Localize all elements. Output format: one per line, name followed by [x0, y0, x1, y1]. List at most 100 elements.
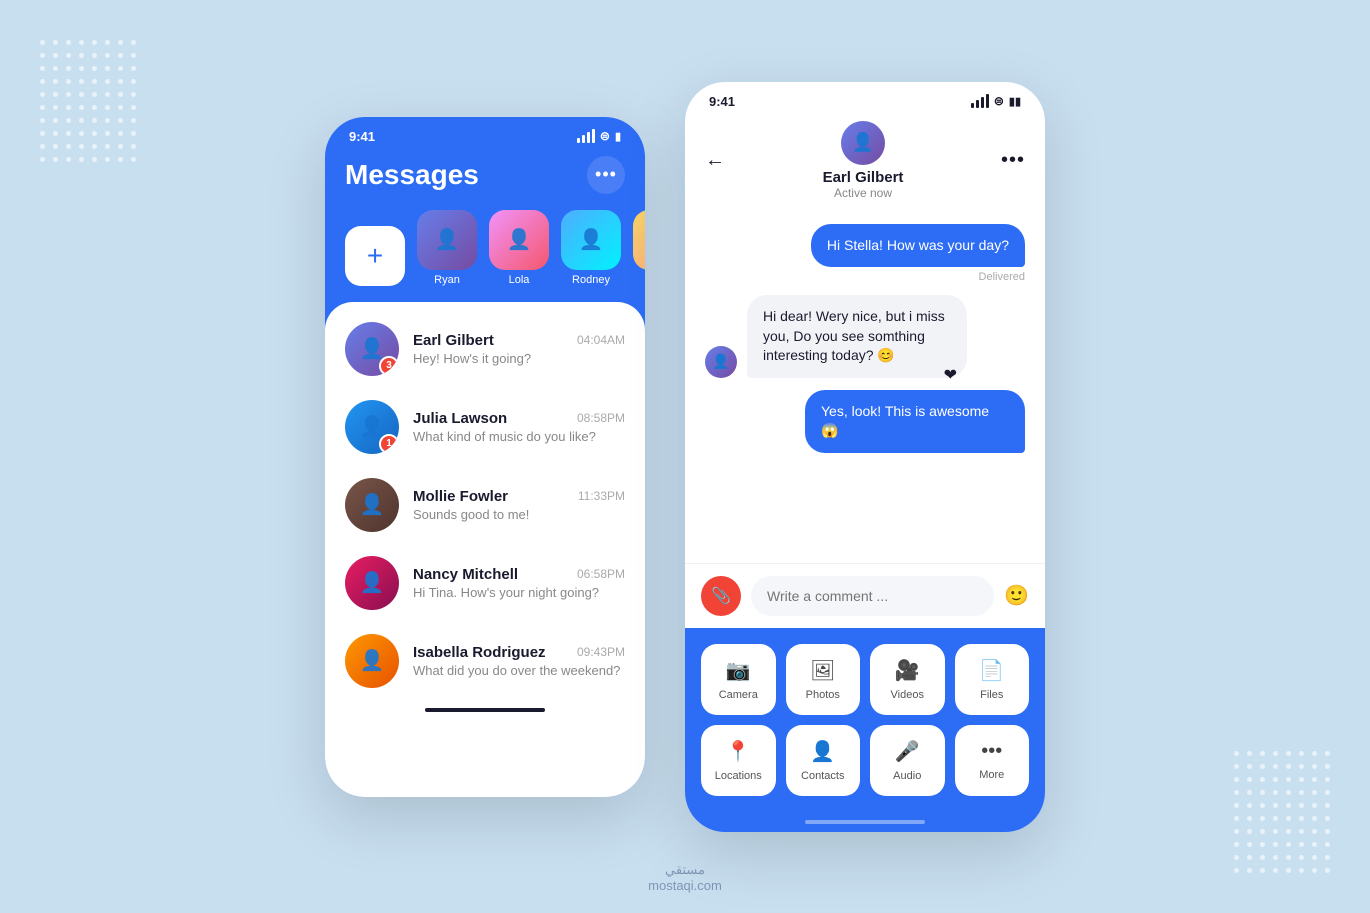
action-more[interactable]: ••• More [955, 725, 1030, 796]
messages-area: Hi Stella! How was your day? Delivered 👤… [685, 212, 1045, 563]
chat-time-julia: 08:58PM [577, 411, 625, 425]
story-item-ryan[interactable]: 👤 Ryan [417, 210, 477, 286]
message-out-1: Hi Stella! How was your day? Delivered [705, 224, 1025, 284]
message-in-avatar: 👤 [705, 346, 737, 378]
chat-avatar-nancy: 👤 [345, 556, 399, 610]
phone-messages: 9:41 ⊜ ▮ Messages ••• + [325, 117, 645, 797]
action-audio[interactable]: 🎤 Audio [870, 725, 945, 796]
signal-icon-chat [971, 94, 989, 108]
chat-info-earl: Earl Gilbert 04:04AM Hey! How's it going… [413, 332, 625, 366]
audio-label: Audio [893, 770, 921, 782]
chat-avatar-mollie: 👤 [345, 478, 399, 532]
chat-preview-mollie: Sounds good to me! [413, 507, 625, 522]
messages-title: Messages [345, 159, 479, 191]
message-bubble-in-1: Hi dear! Wery nice, but i miss you, Do y… [747, 295, 967, 378]
emoji-button[interactable]: 🙂 [1004, 583, 1029, 608]
chat-item-nancy[interactable]: 👤 Nancy Mitchell 06:58PM Hi Tina. How's … [325, 544, 645, 622]
attach-button[interactable]: 📎 [701, 576, 741, 616]
action-camera[interactable]: 📷 Camera [701, 644, 776, 715]
chat-info-nancy: Nancy Mitchell 06:58PM Hi Tina. How's yo… [413, 566, 625, 600]
decorative-dots-left: for(let i=0;i<80;i++) document.write('<d… [40, 40, 136, 162]
chat-preview-earl: Hey! How's it going? [413, 351, 625, 366]
message-delivered-status: Delivered [979, 271, 1025, 283]
story-avatar-lola: 👤 [489, 210, 549, 270]
chat-item-isabella[interactable]: 👤 Isabella Rodriguez 09:43PM What did yo… [325, 622, 645, 700]
chat-name-earl: Earl Gilbert [413, 332, 494, 349]
header-avatar: 👤 [841, 121, 885, 165]
action-files[interactable]: 📄 Files [955, 644, 1030, 715]
locations-label: Locations [715, 770, 762, 782]
paperclip-icon: 📎 [711, 586, 731, 606]
header-contact-status: Active now [834, 186, 892, 200]
chat-time-isabella: 09:43PM [577, 645, 625, 659]
action-photos[interactable]: 🖼 Photos [786, 644, 861, 715]
action-videos[interactable]: 🎥 Videos [870, 644, 945, 715]
chat-header: ← 👤 Earl Gilbert Active now ••• [685, 113, 1045, 212]
more-icon: ••• [981, 740, 1002, 763]
audio-icon: 🎤 [895, 739, 920, 764]
chat-avatar-earl: 👤 3 [345, 322, 399, 376]
status-icons-chat: ⊜ ▮▮ [971, 94, 1021, 108]
plus-icon: + [367, 240, 383, 272]
story-item-lola[interactable]: 👤 Lola [489, 210, 549, 286]
chat-preview-nancy: Hi Tina. How's your night going? [413, 585, 625, 600]
badge-earl: 3 [379, 356, 399, 376]
message-input[interactable] [751, 576, 994, 616]
header-contact-name: Earl Gilbert [823, 169, 904, 186]
back-button[interactable]: ← [705, 149, 725, 172]
action-contacts[interactable]: 👤 Contacts [786, 725, 861, 796]
wifi-icon-chat: ⊜ [994, 94, 1004, 108]
action-locations[interactable]: 📍 Locations [701, 725, 776, 796]
badge-julia: 1 [379, 434, 399, 454]
videos-icon: 🎥 [895, 658, 920, 683]
camera-icon: 📷 [726, 658, 751, 683]
story-avatar-ryan: 👤 [417, 210, 477, 270]
chat-name-isabella: Isabella Rodriguez [413, 644, 546, 661]
add-story-button[interactable]: + [345, 226, 405, 286]
chat-info-isabella: Isabella Rodriguez 09:43PM What did you … [413, 644, 625, 678]
story-avatar-rodney: 👤 [561, 210, 621, 270]
story-name-lola: Lola [509, 274, 530, 286]
story-name-ryan: Ryan [434, 274, 460, 286]
phones-container: 9:41 ⊜ ▮ Messages ••• + [325, 82, 1045, 832]
home-bar [425, 708, 545, 712]
photos-label: Photos [806, 689, 840, 701]
chat-time-mollie: 11:33PM [578, 489, 625, 503]
contacts-icon: 👤 [810, 739, 835, 764]
wifi-icon: ⊜ [600, 129, 610, 143]
photos-icon: 🖼 [810, 658, 835, 683]
home-bar-chat [805, 820, 925, 824]
chat-item-mollie[interactable]: 👤 Mollie Fowler 11:33PM Sounds good to m… [325, 466, 645, 544]
battery-icon-chat: ▮▮ [1009, 95, 1021, 108]
chat-item-earl[interactable]: 👤 3 Earl Gilbert 04:04AM Hey! How's it g… [325, 310, 645, 388]
status-icons-messages: ⊜ ▮ [577, 129, 621, 143]
watermark-name: مستقي [648, 862, 722, 878]
header-contact: 👤 Earl Gilbert Active now [737, 121, 989, 200]
more-dots-icon: ••• [595, 164, 617, 185]
camera-label: Camera [719, 689, 758, 701]
chat-name-mollie: Mollie Fowler [413, 488, 508, 505]
chat-more-options-button[interactable]: ••• [1001, 149, 1025, 172]
videos-label: Videos [891, 689, 924, 701]
phone-chat: 9:41 ⊜ ▮▮ ← 👤 Earl Gilbert Active [685, 82, 1045, 832]
time-messages: 9:41 [349, 129, 375, 144]
chat-item-julia[interactable]: 👤 1 Julia Lawson 08:58PM What kind of mu… [325, 388, 645, 466]
chat-name-nancy: Nancy Mitchell [413, 566, 518, 583]
chat-name-julia: Julia Lawson [413, 410, 507, 427]
signal-icon [577, 129, 595, 143]
chat-avatar-isabella: 👤 [345, 634, 399, 688]
chat-preview-julia: What kind of music do you like? [413, 429, 625, 444]
story-avatar-susie: 👤 [633, 210, 645, 270]
chat-info-julia: Julia Lawson 08:58PM What kind of music … [413, 410, 625, 444]
message-out-2: Yes, look! This is awesome 😱 [705, 390, 1025, 453]
watermark-url: mostaqi.com [648, 878, 722, 893]
files-label: Files [980, 689, 1003, 701]
chat-info-mollie: Mollie Fowler 11:33PM Sounds good to me! [413, 488, 625, 522]
story-item-susie[interactable]: 👤 Susie [633, 210, 645, 286]
more-options-button[interactable]: ••• [587, 156, 625, 194]
message-bubble-out-1: Hi Stella! How was your day? [811, 224, 1025, 268]
message-reaction: ❤ [944, 365, 957, 387]
chat-time-earl: 04:04AM [577, 333, 625, 347]
story-item-rodney[interactable]: 👤 Rodney [561, 210, 621, 286]
files-icon: 📄 [979, 658, 1004, 683]
